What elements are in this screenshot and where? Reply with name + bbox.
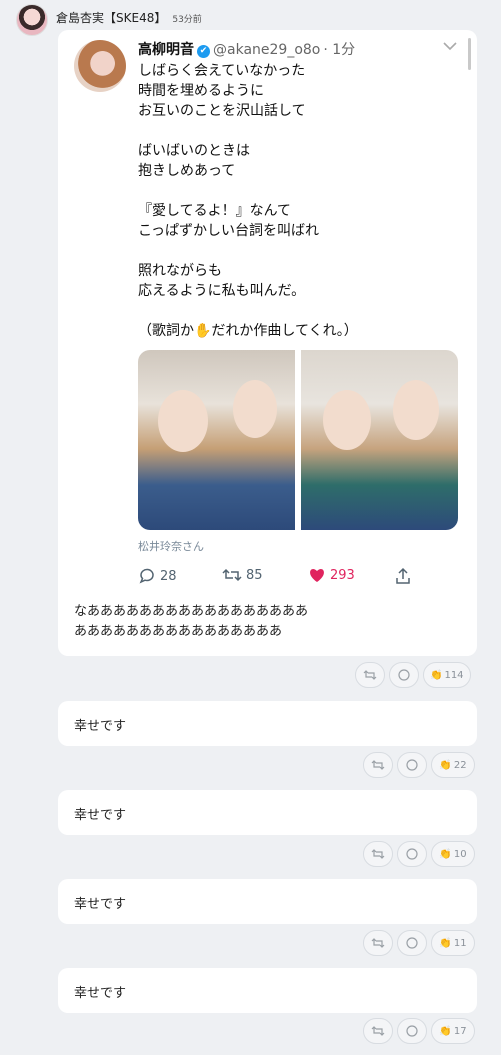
repost-button[interactable] xyxy=(363,1018,393,1044)
share-action[interactable] xyxy=(394,567,412,585)
clap-count: 11 xyxy=(453,937,467,949)
repost-icon xyxy=(371,938,385,948)
face-shape xyxy=(393,380,439,440)
like-action[interactable]: 293 xyxy=(308,567,355,583)
comment-icon xyxy=(406,937,418,949)
reply-text: 幸せです xyxy=(74,808,127,823)
tweet-age: · 1分 xyxy=(323,42,356,58)
reply-text: 幸せです xyxy=(74,897,127,912)
tweet-body: しばらく会えていなかった 時間を埋めるように お互いのことを沢山話して ばいばい… xyxy=(138,63,358,339)
author-name[interactable]: 倉島杏実【SKE48】 xyxy=(56,11,166,25)
embedded-tweet[interactable]: 高柳明音 ✔ @akane29_o8o · 1分 しばらく会えていなかった 時間を埋め… xyxy=(70,30,477,597)
reaction-bar: 👏 10 xyxy=(363,841,475,867)
post-time: 53分前 xyxy=(172,15,202,25)
clap-button[interactable]: 👏 114 xyxy=(423,662,471,688)
clap-count: 22 xyxy=(453,759,467,771)
face-shape xyxy=(233,380,277,438)
heart-icon xyxy=(310,569,324,582)
clap-button[interactable]: 👏 17 xyxy=(431,1018,475,1044)
repost-icon xyxy=(371,1026,385,1036)
face-shape xyxy=(323,390,371,450)
reply-action[interactable]: 28 xyxy=(138,567,177,585)
repost-icon xyxy=(371,849,385,859)
tweet-handle[interactable]: @akane29_o8o xyxy=(213,42,320,58)
clap-icon: 👏 xyxy=(439,848,452,860)
post-comment: なあああああああああああああああああ ああああああああああああああああ xyxy=(74,604,309,639)
scrollbar[interactable] xyxy=(468,38,471,70)
reaction-bar: 👏 22 xyxy=(363,752,475,778)
clap-count: 10 xyxy=(453,848,467,860)
comment-button[interactable] xyxy=(397,1018,427,1044)
share-icon xyxy=(396,567,410,584)
comment-button[interactable] xyxy=(389,662,419,688)
comment-icon xyxy=(406,759,418,771)
reply-card: 幸せです xyxy=(58,701,477,746)
reply-text: 幸せです xyxy=(74,719,127,734)
comment-button[interactable] xyxy=(397,841,427,867)
repost-button[interactable] xyxy=(355,662,385,688)
clap-button[interactable]: 👏 10 xyxy=(431,841,475,867)
clap-icon: 👏 xyxy=(439,937,452,949)
tweet-photo-1[interactable] xyxy=(138,350,295,530)
author-avatar[interactable] xyxy=(16,4,48,36)
clap-icon: 👏 xyxy=(430,669,443,681)
verified-badge-icon: ✔ xyxy=(197,45,210,58)
repost-icon xyxy=(363,670,377,680)
reply-card: 幸せです xyxy=(58,879,477,924)
reaction-bar: 👏 17 xyxy=(363,1018,475,1044)
clap-count: 17 xyxy=(453,1025,467,1037)
clap-count: 114 xyxy=(444,669,464,681)
retweet-icon xyxy=(222,568,242,582)
reaction-bar: 👏 114 xyxy=(355,662,471,688)
retweet-count: 85 xyxy=(246,567,263,583)
comment-button[interactable] xyxy=(397,930,427,956)
tweet-photos xyxy=(138,350,458,530)
clap-icon: 👏 xyxy=(439,1025,452,1037)
clap-icon: 👏 xyxy=(439,759,452,771)
comment-icon xyxy=(406,848,418,860)
repost-button[interactable] xyxy=(363,841,393,867)
reply-card: 幸せです xyxy=(58,968,477,1013)
tweet-author-avatar[interactable] xyxy=(74,40,126,92)
reply-icon xyxy=(139,568,154,584)
author-line: 倉島杏実【SKE48】 53分前 xyxy=(56,9,202,26)
clap-button[interactable]: 👏 22 xyxy=(431,752,475,778)
repost-button[interactable] xyxy=(363,930,393,956)
reply-count: 28 xyxy=(160,568,177,584)
like-count: 293 xyxy=(330,567,355,583)
reply-text: 幸せです xyxy=(74,986,127,1001)
tweet-header: 高柳明音 ✔ @akane29_o8o · 1分 xyxy=(138,39,355,59)
comment-icon xyxy=(398,669,410,681)
tweet-actions: 28 85 293 xyxy=(138,567,458,589)
comment-icon xyxy=(406,1025,418,1037)
comment-button[interactable] xyxy=(397,752,427,778)
tweet-photo-2[interactable] xyxy=(301,350,458,530)
photo-credit[interactable]: 松井玲奈さん xyxy=(138,538,204,554)
reaction-bar: 👏 11 xyxy=(363,930,475,956)
repost-button[interactable] xyxy=(363,752,393,778)
repost-icon xyxy=(371,760,385,770)
clap-button[interactable]: 👏 11 xyxy=(431,930,475,956)
chevron-down-icon[interactable] xyxy=(443,40,457,55)
retweet-action[interactable]: 85 xyxy=(222,567,263,583)
reply-card: 幸せです xyxy=(58,790,477,835)
tweet-author-name[interactable]: 高柳明音 xyxy=(138,42,194,58)
face-shape xyxy=(158,390,208,452)
